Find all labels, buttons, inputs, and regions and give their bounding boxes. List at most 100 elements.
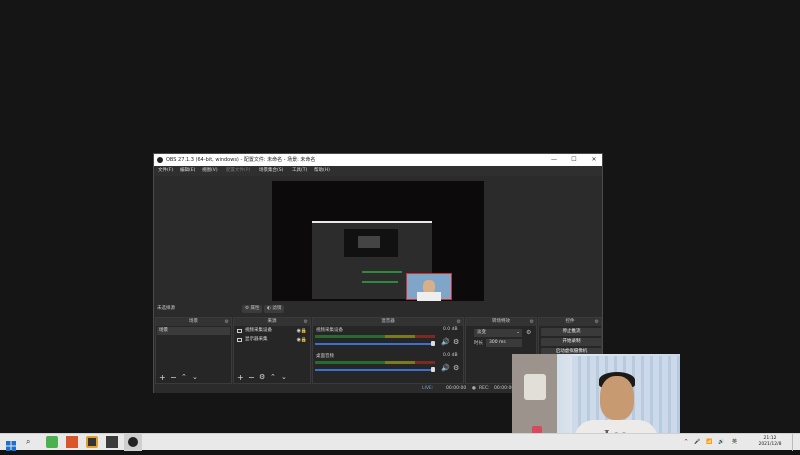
source-settings-icon[interactable]: ⚙ (259, 372, 265, 383)
microphone-icon[interactable]: 🎤 (694, 434, 700, 451)
monitor-icon (237, 338, 242, 342)
app-orange-icon[interactable] (66, 436, 78, 448)
dock-settings-icon[interactable]: ⚙ (457, 318, 461, 326)
source-item-label: 显示器采集 (245, 337, 268, 342)
add-source-icon[interactable]: + (237, 372, 244, 383)
menu-help[interactable]: 帮助(H) (314, 166, 330, 176)
captured-webcam (406, 273, 452, 301)
stop-streaming-button[interactable]: 停止推流 (541, 328, 602, 336)
window-title: OBS 27.1.3 (64-bit, windows) - 配置文件: 未命名… (166, 157, 316, 163)
camera-icon (237, 329, 242, 333)
duration-label: 时长 (474, 341, 483, 346)
properties-label: 属性 (250, 306, 260, 311)
scenes-dock: 场景 ⚙ 场景 + − ⌃ ⌄ (155, 317, 232, 384)
source-item[interactable]: 视频采集设备 ◉ 🔒 (235, 327, 309, 335)
chevron-down-icon: ⌄ (516, 330, 520, 335)
move-up-icon[interactable]: ⌃ (270, 372, 276, 383)
close-button[interactable]: ✕ (586, 154, 602, 166)
preview-area (154, 176, 602, 304)
filters-label: 滤镜 (272, 306, 282, 311)
lock-icon[interactable]: 🔒 (301, 327, 307, 335)
dock-settings-icon[interactable]: ⚙ (595, 318, 599, 326)
rec-dot-icon: ● (472, 386, 476, 391)
scene-item-label: 场景 (159, 328, 168, 333)
obs-logo-icon (157, 157, 163, 163)
clock[interactable]: 21:12 2021/12/8 (755, 436, 785, 448)
search-icon[interactable]: ⌕ (26, 436, 38, 448)
add-scene-icon[interactable]: + (159, 372, 166, 383)
transitions-dock-header: 转场特效 ⚙ (466, 318, 536, 326)
live-label: LIVE: (422, 386, 434, 391)
dock-settings-icon[interactable]: ⚙ (530, 318, 534, 326)
app-green-icon[interactable] (46, 436, 58, 448)
menu-scene-collection[interactable]: 场景集合(S) (259, 166, 283, 176)
start-recording-button[interactable]: 开始录制 (541, 338, 602, 346)
move-up-icon[interactable]: ⌃ (181, 372, 187, 383)
transition-select[interactable]: 淡变 ⌄ (474, 329, 522, 337)
volume-knob[interactable] (431, 367, 435, 372)
controls-dock-header: 控件 ⚙ (539, 318, 601, 326)
volume-icon[interactable]: 🔊 (718, 434, 724, 451)
channel-name: 视频采集设备 (316, 328, 343, 333)
channel-settings-icon[interactable]: ⚙ (453, 364, 459, 372)
windows-start-icon[interactable] (6, 436, 18, 451)
source-item-label: 视频采集设备 (245, 328, 272, 333)
live-time: 00:00:00 (446, 386, 467, 391)
captured-preview (344, 229, 398, 257)
level-meter (315, 335, 435, 338)
webcam-person-head (600, 376, 634, 420)
captured-nested-preview (358, 236, 380, 248)
title-bar[interactable]: OBS 27.1.3 (64-bit, windows) - 配置文件: 未命名… (154, 154, 602, 166)
preview-canvas[interactable] (272, 181, 484, 301)
network-icon[interactable]: 📶 (706, 434, 712, 451)
transition-settings-icon[interactable]: ⚙ (526, 329, 531, 336)
dock-settings-icon[interactable]: ⚙ (225, 318, 229, 326)
app-terminal-icon[interactable] (106, 436, 118, 448)
remove-scene-icon[interactable]: − (170, 372, 177, 383)
channel-db: 0.0 dB (443, 327, 458, 332)
scenes-dock-header: 场景 ⚙ (156, 318, 231, 326)
volume-slider[interactable] (315, 343, 435, 345)
menu-tools[interactable]: 工具(T) (292, 166, 307, 176)
captured-meter (362, 281, 398, 283)
duration-input[interactable]: 300 ms (486, 339, 522, 347)
remove-source-icon[interactable]: − (248, 372, 255, 383)
webcam-jar (524, 374, 546, 400)
minimize-button[interactable]: — (546, 154, 562, 166)
filters-button[interactable]: ◐ 滤镜 (264, 305, 285, 313)
menu-file[interactable]: 文件(F) (158, 166, 173, 176)
dock-settings-icon[interactable]: ⚙ (304, 318, 308, 326)
volume-slider[interactable] (315, 369, 435, 371)
channel-settings-icon[interactable]: ⚙ (453, 338, 459, 346)
scene-item[interactable]: 场景 (157, 327, 230, 335)
show-desktop-button[interactable] (792, 434, 793, 451)
source-toolbar: 未选择源 ⚙ 属性 ◐ 滤镜 (154, 304, 602, 314)
tray-expand-icon[interactable]: ^ (684, 434, 688, 451)
app-obs-like-icon[interactable] (86, 436, 98, 448)
move-down-icon[interactable]: ⌄ (192, 372, 198, 383)
properties-button[interactable]: ⚙ 属性 (242, 305, 263, 313)
menu-view[interactable]: 视图(V) (202, 166, 218, 176)
controls-dock-title: 控件 (565, 319, 575, 324)
speaker-icon[interactable]: 🔊 (441, 364, 450, 372)
sources-dock-title: 来源 (267, 319, 277, 324)
transition-type: 淡变 (477, 330, 486, 335)
mixer-channel: 视频采集设备 0.0 dB 🔊 ⚙ (315, 327, 465, 353)
sources-dock-header: 来源 ⚙ (234, 318, 310, 326)
speaker-icon[interactable]: 🔊 (441, 338, 450, 346)
lock-icon[interactable]: 🔒 (301, 336, 307, 344)
scenes-dock-title: 场景 (189, 319, 198, 324)
rec-label: REC: (479, 386, 490, 391)
level-meter (315, 361, 435, 364)
maximize-button[interactable]: ☐ (566, 154, 582, 166)
channel-name: 桌面音频 (316, 354, 334, 359)
menu-edit[interactable]: 编辑(E) (180, 166, 195, 176)
move-down-icon[interactable]: ⌄ (281, 372, 287, 383)
volume-knob[interactable] (431, 341, 435, 346)
menu-bar: 文件(F) 编辑(E) 视图(V) 配置文件(P) 场景集合(S) 工具(T) … (154, 166, 602, 176)
source-item[interactable]: 显示器采集 ◉ 🔒 (235, 336, 309, 344)
obs-taskbar-button[interactable] (124, 434, 142, 451)
menu-profile[interactable]: 配置文件(P) (226, 166, 250, 176)
input-method-icon[interactable]: 英 (732, 434, 737, 451)
captured-meter (362, 271, 402, 273)
